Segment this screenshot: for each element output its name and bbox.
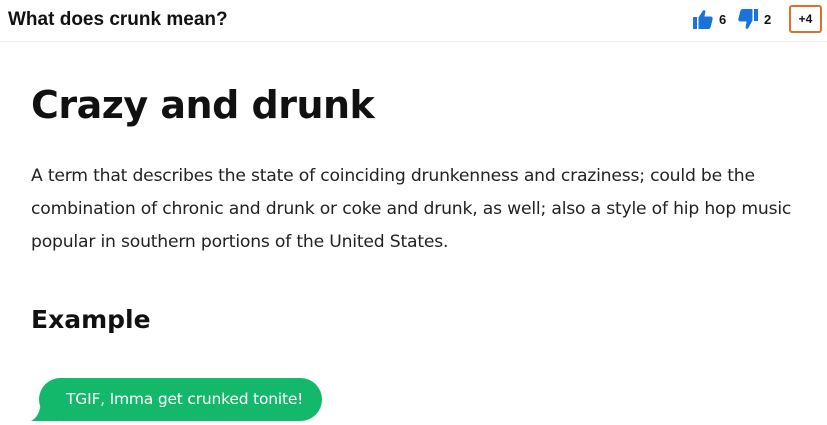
thumbs-down-icon xyxy=(737,7,759,31)
top-bar: What does crunk mean? 6 2 +4 xyxy=(0,0,827,42)
example-bubble: TGIF, Imma get crunked tonite! xyxy=(39,378,323,421)
thumbs-up-icon xyxy=(692,8,714,30)
example-message: TGIF, Imma get crunked tonite! xyxy=(31,378,323,421)
definition-text: A term that describes the state of coinc… xyxy=(31,166,792,252)
upvote-count: 6 xyxy=(719,11,727,27)
question-title: What does crunk mean? xyxy=(8,9,228,30)
downvote-count: 2 xyxy=(764,11,772,27)
plus-count-badge[interactable]: +4 xyxy=(789,5,822,33)
page: What does crunk mean? 6 2 +4 Crazy and d… xyxy=(0,0,827,425)
upvote-button[interactable]: 6 xyxy=(692,8,726,30)
downvote-button[interactable]: 2 xyxy=(737,8,771,30)
definition-headword: Crazy and drunk xyxy=(31,83,375,127)
example-heading: Example xyxy=(31,305,151,334)
